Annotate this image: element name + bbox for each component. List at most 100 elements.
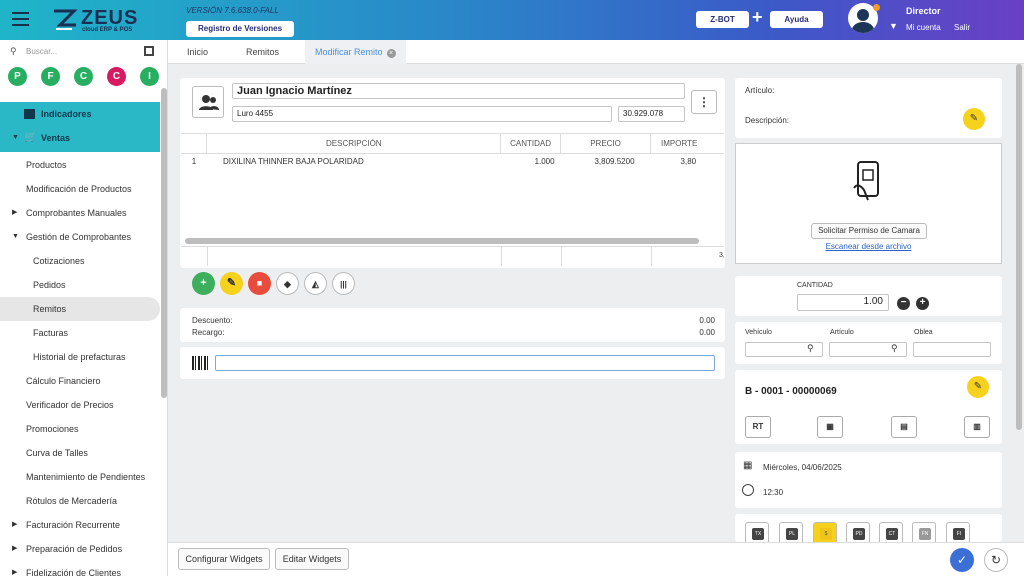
col-cantidad[interactable]: CANTIDAD [500,134,562,154]
tab-inicio[interactable]: Inicio [187,40,208,64]
shortcut-c2[interactable]: C [107,67,126,86]
descuento-label: Descuento: [192,316,233,325]
fill-button[interactable]: ◭ [304,272,327,295]
col-descripcion[interactable]: DESCRIPCIÓN [206,134,502,154]
barcode-input[interactable] [215,355,715,371]
sidebar-item-facturacion-recurrente[interactable]: ▶ Facturación Recurrente [0,513,160,537]
sidebar-item-verificador-precios[interactable]: Verificador de Precios [0,393,160,417]
mi-cuenta-link[interactable]: Mi cuenta [906,23,941,32]
shortcut-c1[interactable]: C [74,67,93,86]
totals-card: Descuento: 0.00 Recargo: 0.00 [180,308,725,342]
registro-versiones-button[interactable]: Registro de Versiones [186,21,294,37]
search-input[interactable]: Buscar... [26,47,57,56]
zeus-logo-icon [54,9,78,30]
zbot-button[interactable]: Z-BOT [696,11,749,28]
shortcut-i[interactable]: I [140,67,159,86]
refresh-button[interactable]: ↻ [984,548,1008,572]
sidebar-item-label: Remitos [33,304,67,314]
grid-hscrollbar[interactable] [185,238,699,244]
sidebar-item-preparacion-pedidos[interactable]: ▶ Preparación de Pedidos [0,537,160,561]
sidebar-search[interactable]: ⚲ Buscar... [10,46,160,60]
sidebar-item-mantenimiento-pendientes[interactable]: Mantenimiento de Pendientes [0,465,160,489]
sidebar-item-calculo-financiero[interactable]: Cálculo Financiero [0,369,160,393]
barcode-icon [192,356,210,370]
close-icon[interactable]: × [386,49,396,58]
oblea-input[interactable] [913,342,991,357]
sidebar-item-label: Mantenimiento de Pendientes [26,472,146,482]
col-importe[interactable]: IMPORTE [650,134,724,154]
ct-icon: CT [886,528,898,540]
salir-link[interactable]: Salir [954,23,970,32]
increase-button[interactable]: + [916,297,929,310]
caret-right-icon: ▶ [12,569,18,576]
caret-down-icon: ▼ [12,134,19,141]
chevron-down-icon[interactable]: ▼ [889,21,898,31]
pd-button[interactable]: PD [846,522,870,542]
search-icon[interactable]: ⚲ [807,343,814,354]
pl-button[interactable]: PL [779,522,803,542]
remito-card: Juan Ignacio Martínez Luro 4455 30.929.0… [180,78,725,268]
sidebar-item-productos[interactable]: Productos [0,153,160,177]
dollar-icon: $ [820,528,832,540]
more-options-button[interactable]: ⋮ [691,90,717,114]
configurar-widgets-button[interactable]: Configurar Widgets [178,548,270,570]
editar-widgets-button[interactable]: Editar Widgets [275,548,349,570]
ct-button[interactable]: CT [879,522,903,542]
edit-item-button[interactable]: ✎ [220,272,243,295]
menu-icon[interactable] [12,12,29,26]
tx-button[interactable]: TX [745,522,769,542]
customer-address-field[interactable]: Luro 4455 [232,106,612,122]
sidebar-item-ventas[interactable]: ▼ 🛒 Ventas [0,126,160,152]
barcode-button[interactable]: ||| [332,272,355,295]
sidebar-item-label: Historial de prefacturas [33,352,126,362]
ayuda-button[interactable]: Ayuda [770,11,823,28]
solicitar-permiso-camara-button[interactable]: Solicitar Permiso de Camara [811,223,927,239]
table-row[interactable]: 1 DIXILINA THINNER BAJA POLARIDAD 1.000 … [181,153,724,169]
sidebar-item-comprobantes-manuales[interactable]: ▶ Comprobantes Manuales [0,201,160,225]
decrease-button[interactable]: − [897,297,910,310]
sidebar-scrollbar[interactable] [161,88,167,398]
calendar-icon: ▦ [743,460,753,471]
cantidad-input[interactable]: 1.00 [797,294,889,311]
sidebar-item-promociones[interactable]: Promociones [0,417,160,441]
items-grid: DESCRIPCIÓN CANTIDAD PRECIO IMPORTE 1 DI… [181,133,724,266]
document-button[interactable]: ▤ [891,416,917,438]
sidebar-item-remitos[interactable]: Remitos [0,297,160,321]
sidebar-item-rotulos-mercaderia[interactable]: Rótulos de Mercadería [0,489,160,513]
sidebar-item-fidelizacion-clientes[interactable]: ▶ Fidelización de Clientes [0,561,160,576]
col-precio[interactable]: PRECIO [560,134,652,154]
tab-remitos[interactable]: Remitos [246,40,279,64]
customer-icon[interactable] [192,86,224,118]
sidebar-item-pedidos[interactable]: Pedidos [0,273,160,297]
cell-desc: DIXILINA THINNER BAJA POLARIDAD [222,156,364,166]
confirm-button[interactable]: ✓ [950,548,974,572]
customer-doc-field[interactable]: 30.929.078 [618,106,685,122]
sidebar-item-facturas[interactable]: Facturas [0,321,160,345]
expand-icon[interactable] [144,46,154,56]
search-icon[interactable]: ⚲ [891,343,898,354]
shortcut-f[interactable]: F [41,67,60,86]
tag-button[interactable]: ◆ [276,272,299,295]
sidebar-item-label: Pedidos [33,280,66,290]
calendar-button[interactable]: ▦ [817,416,843,438]
fi-button[interactable]: FI [946,522,970,542]
store-button[interactable]: ▥ [964,416,990,438]
tab-modificar-remito[interactable]: Modificar Remito × [305,40,406,64]
sidebar-item-gestion-comprobantes[interactable]: ▼ Gestión de Comprobantes [0,225,160,249]
rt-button[interactable]: RT [745,416,771,438]
sidebar-item-curva-talles[interactable]: Curva de Talles [0,441,160,465]
customer-name-field[interactable]: Juan Ignacio Martínez [232,83,685,99]
delete-item-button[interactable]: ■ [248,272,271,295]
main-scrollbar[interactable] [1016,64,1022,430]
dollar-button[interactable]: $ [813,522,837,542]
sidebar-item-historial-prefacturas[interactable]: Historial de prefacturas [0,345,160,369]
escanear-archivo-link[interactable]: Escanear desde archivo [736,242,1001,251]
add-item-button[interactable]: + [192,272,215,295]
edit-comprobante-button[interactable]: ✎ [967,376,989,398]
edit-article-button[interactable]: ✎ [963,108,985,130]
shortcut-p[interactable]: P [8,67,27,86]
fn-button[interactable]: FN [912,522,936,542]
sidebar-item-modificacion-productos[interactable]: Modificación de Productos [0,177,160,201]
sidebar-item-indicadores[interactable]: Indicadores [0,102,160,126]
sidebar-item-cotizaciones[interactable]: Cotizaciones [0,249,160,273]
